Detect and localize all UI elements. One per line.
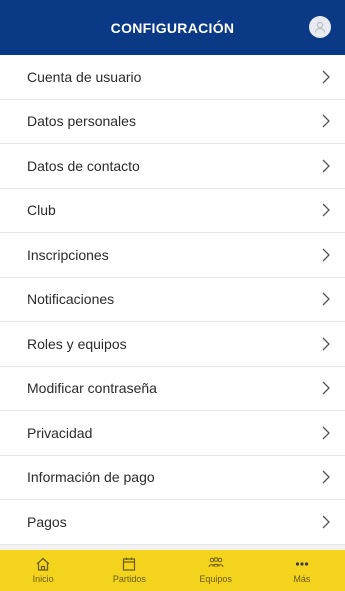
bottom-tab-bar: Inicio Partidos Equipos Más (0, 550, 345, 591)
menu-item-cuenta-de-usuario[interactable]: Cuenta de usuario (0, 55, 345, 100)
chevron-right-icon (322, 426, 330, 440)
menu-item-label: Cuenta de usuario (27, 68, 142, 85)
menu-item-label: Pagos (27, 513, 67, 530)
menu-item-label: Privacidad (27, 424, 93, 441)
menu-item-datos-de-contacto[interactable]: Datos de contacto (0, 144, 345, 189)
menu-item-label: Información de pago (27, 469, 155, 486)
person-icon (314, 21, 326, 33)
menu-item-informacion-de-pago[interactable]: Información de pago (0, 455, 345, 500)
chevron-right-icon (322, 159, 330, 173)
menu-item-notificaciones[interactable]: Notificaciones (0, 277, 345, 322)
team-icon (208, 557, 224, 568)
chevron-right-icon (322, 292, 330, 306)
user-avatar-icon[interactable] (309, 16, 331, 38)
tab-label: Más (293, 574, 311, 584)
menu-item-club[interactable]: Club (0, 188, 345, 233)
tab-label: Equipos (199, 574, 232, 584)
menu-item-privacidad[interactable]: Privacidad (0, 411, 345, 456)
chevron-right-icon (322, 337, 330, 351)
menu-item-modificar-contrasena[interactable]: Modificar contraseña (0, 366, 345, 411)
menu-item-datos-personales[interactable]: Datos personales (0, 99, 345, 144)
menu-item-inscripciones[interactable]: Inscripciones (0, 233, 345, 278)
chevron-right-icon (322, 515, 330, 529)
chevron-right-icon (322, 203, 330, 217)
menu-item-pagos[interactable]: Pagos (0, 500, 345, 545)
menu-item-label: Club (27, 202, 56, 219)
tab-label: Inicio (32, 574, 54, 584)
menu-item-label: Datos de contacto (27, 157, 140, 174)
menu-item-label: Modificar contraseña (27, 380, 157, 397)
settings-menu-list: Cuenta de usuario Datos personales Datos… (0, 55, 345, 545)
more-icon (295, 562, 308, 566)
menu-item-label: Inscripciones (27, 246, 109, 263)
top-app-bar: CONFIGURACIÓN (0, 0, 345, 55)
menu-item-label: Datos personales (27, 113, 136, 130)
menu-item-label: Notificaciones (27, 291, 115, 308)
chevron-right-icon (322, 114, 330, 128)
chevron-right-icon (322, 381, 330, 395)
tab-equipos[interactable]: Equipos (173, 550, 259, 591)
menu-item-label: Roles y equipos (27, 335, 127, 352)
chevron-right-icon (322, 70, 330, 84)
chevron-right-icon (322, 248, 330, 262)
tab-label: Partidos (112, 574, 146, 584)
home-icon (36, 557, 50, 571)
calendar-icon (123, 557, 136, 571)
chevron-right-icon (322, 470, 330, 484)
tab-partidos[interactable]: Partidos (86, 550, 172, 591)
page-title: CONFIGURACIÓN (110, 19, 235, 36)
tab-inicio[interactable]: Inicio (0, 550, 86, 591)
tab-mas[interactable]: Más (259, 550, 345, 591)
menu-item-roles-y-equipos[interactable]: Roles y equipos (0, 322, 345, 367)
